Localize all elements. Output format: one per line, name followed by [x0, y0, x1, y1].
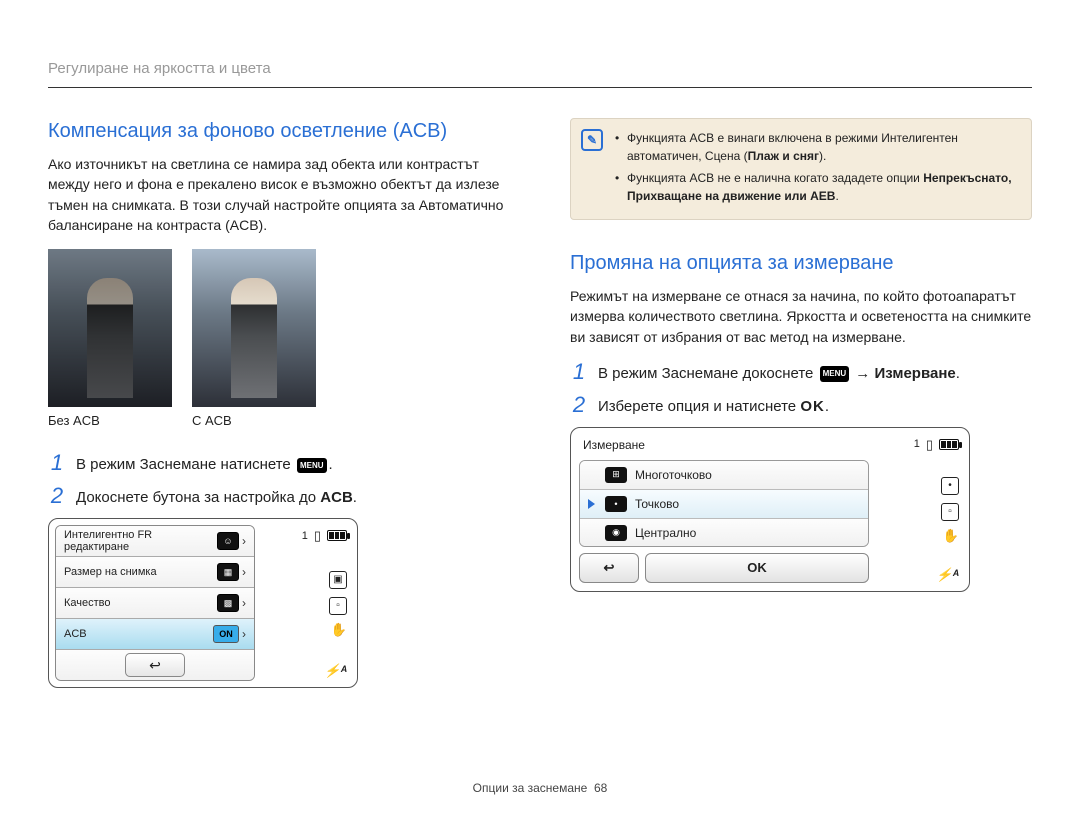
- acb-note-box: ✎ Функцията ACB е винаги включена в режи…: [570, 118, 1032, 220]
- step-text: Изберете опция и натиснете OK.: [598, 394, 829, 417]
- face-icon: ☺: [217, 532, 239, 550]
- metering-icon: •: [941, 477, 959, 495]
- photo-without-acb: [48, 249, 172, 407]
- battery-icon: [939, 439, 959, 450]
- step-number: 1: [570, 361, 588, 383]
- option-center[interactable]: ◉ Централно: [580, 519, 868, 547]
- metering-step-2: 2 Изберете опция и натиснете OK.: [570, 394, 1032, 417]
- footer-page-number: 68: [594, 781, 607, 795]
- menu-row-size[interactable]: Размер на снимка ▦›: [56, 557, 254, 588]
- menu-row-acb[interactable]: ACB ON›: [56, 619, 254, 650]
- page-header: Регулиране на яркостта и цвета: [48, 60, 1032, 88]
- flash-auto-icon: ⚡ᴬ: [324, 664, 347, 677]
- step-text: Докоснете бутона за настройка до ACB.: [76, 485, 357, 508]
- photo-without-acb-block: Без ACB: [48, 249, 172, 428]
- ois-icon: ✋: [331, 623, 347, 636]
- acb-intro: Ако източникът на светлина се намира зад…: [48, 154, 510, 235]
- acb-step-2: 2 Докоснете бутона за настройка до ACB.: [48, 485, 510, 508]
- metering-screenshot: Измерване ⊞ Многоточково • Точково ◉: [570, 427, 970, 592]
- menu-row-back: ↩: [56, 650, 254, 680]
- camera-status-icons: 1 ▯ • ▫ ✋ ⚡ᴬ: [879, 436, 961, 583]
- back-arrow-icon: ↩: [149, 657, 161, 674]
- step-number: 2: [570, 394, 588, 416]
- chevron-right-icon: ›: [242, 565, 246, 579]
- spot-metering-icon: •: [605, 496, 627, 512]
- metering-heading: Промяна на опцията за измерване: [570, 250, 1032, 276]
- option-spot[interactable]: • Точково: [580, 490, 868, 519]
- menu-row-quality[interactable]: Качество ▩›: [56, 588, 254, 619]
- photo-with-acb: [192, 249, 316, 407]
- size-icon: ▦: [217, 563, 239, 581]
- metering-steps: 1 В режим Заснемане докоснете MENU → Изм…: [570, 361, 1032, 417]
- example-photos: Без ACB С ACB: [48, 249, 510, 428]
- multi-metering-icon: ⊞: [605, 467, 627, 483]
- selection-pointer-icon: [588, 499, 595, 509]
- acb-step-1: 1 В режим Заснемане натиснете MENU.: [48, 452, 510, 475]
- chevron-right-icon: ›: [242, 534, 246, 548]
- note-item-2: Функцията ACB не е налична когато зададе…: [615, 169, 1019, 205]
- content-columns: Компенсация за фоново осветление (ACB) А…: [48, 118, 1032, 688]
- footer-section: Опции за заснемане: [473, 781, 588, 795]
- flash-auto-icon: ⚡ᴬ: [936, 568, 959, 581]
- back-button[interactable]: ↩: [579, 553, 639, 583]
- left-column: Компенсация за фоново осветление (ACB) А…: [48, 118, 510, 688]
- photo-with-caption: С ACB: [192, 413, 316, 428]
- ois-icon: ✋: [943, 529, 959, 542]
- chevron-right-icon: ›: [242, 627, 246, 641]
- battery-icon: [327, 530, 347, 541]
- page-footer: Опции за заснемане 68: [0, 781, 1080, 795]
- metering-icon: ▣: [329, 571, 347, 589]
- metering-step-1: 1 В режим Заснемане докоснете MENU → Изм…: [570, 361, 1032, 384]
- option-multi[interactable]: ⊞ Многоточково: [580, 461, 868, 490]
- step-number: 1: [48, 452, 66, 474]
- right-column: ✎ Функцията ACB е винаги включена в режи…: [570, 118, 1032, 688]
- menu-icon: MENU: [297, 458, 327, 473]
- back-button[interactable]: ↩: [125, 653, 185, 677]
- acb-heading: Компенсация за фоново осветление (ACB): [48, 118, 510, 144]
- step-number: 2: [48, 485, 66, 507]
- photo-with-acb-block: С ACB: [192, 249, 316, 428]
- metering-intro: Режимът на измерване се отнася за начина…: [570, 286, 1032, 347]
- back-arrow-icon: ↩: [604, 560, 615, 576]
- camera-menu-panel: Интелигентно FR редактиране ☺› Размер на…: [55, 525, 255, 681]
- counter-value: 1: [302, 530, 308, 542]
- ok-inline: OK: [800, 398, 825, 415]
- focus-icon: ▫: [941, 503, 959, 521]
- metering-options: ⊞ Многоточково • Точково ◉ Централно: [579, 460, 869, 547]
- step-text: В режим Заснемане натиснете MENU.: [76, 452, 333, 475]
- photo-without-caption: Без ACB: [48, 413, 172, 428]
- card-icon: ▯: [314, 529, 321, 542]
- camera-status-icons: 1 ▯ ▣ ▫ ✋ ⚡ᴬ: [261, 525, 351, 681]
- acb-steps: 1 В режим Заснемане натиснете MENU. 2 До…: [48, 452, 510, 508]
- step-text: В режим Заснемане докоснете MENU → Измер…: [598, 361, 960, 384]
- focus-icon: ▫: [329, 597, 347, 615]
- menu-icon: MENU: [820, 366, 850, 381]
- camera-menu-screenshot: Интелигентно FR редактиране ☺› Размер на…: [48, 518, 358, 688]
- card-icon: ▯: [926, 438, 933, 451]
- metering-panel-title: Измерване: [579, 436, 869, 454]
- center-metering-icon: ◉: [605, 525, 627, 541]
- note-item-1: Функцията ACB е винаги включена в режими…: [615, 129, 1019, 165]
- quality-icon: ▩: [217, 594, 239, 612]
- menu-row-fr[interactable]: Интелигентно FR редактиране ☺›: [56, 526, 254, 557]
- ok-button[interactable]: OK: [645, 553, 869, 583]
- info-icon: ✎: [581, 129, 603, 151]
- chevron-right-icon: ›: [242, 596, 246, 610]
- acb-on-chip[interactable]: ON: [213, 625, 239, 643]
- counter-value: 1: [914, 438, 920, 450]
